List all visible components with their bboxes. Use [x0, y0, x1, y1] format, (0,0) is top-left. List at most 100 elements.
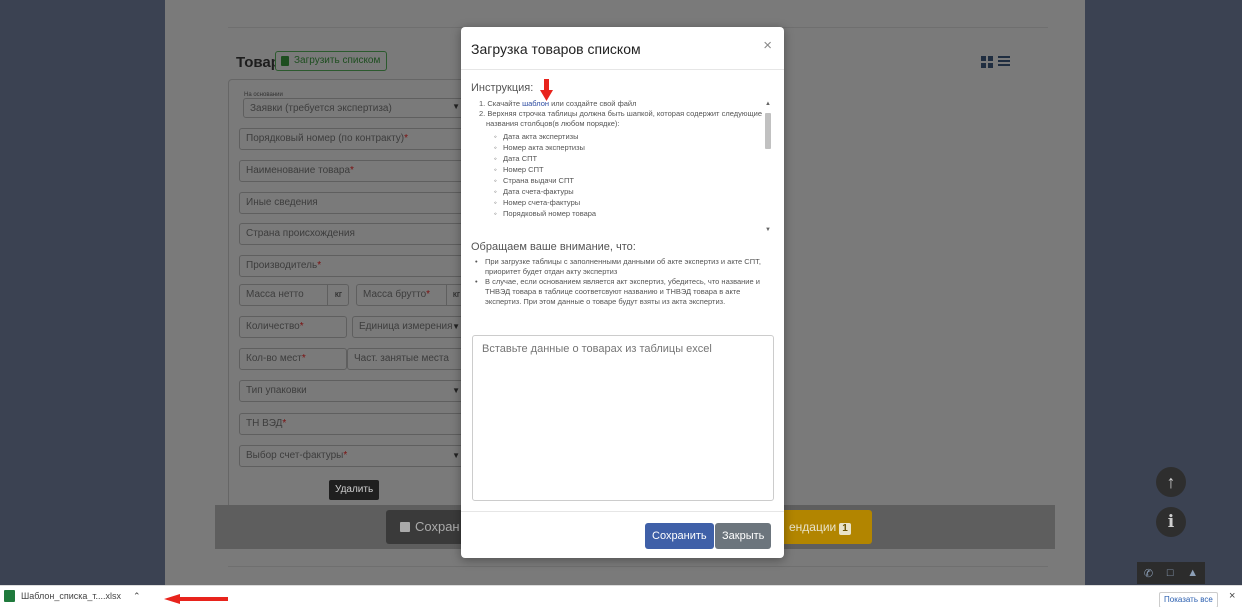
field-label: Количество — [246, 321, 300, 332]
load-list-button[interactable]: Загрузить списком — [275, 51, 388, 71]
field-label: Производитель — [246, 260, 318, 271]
required-mark: * — [301, 353, 306, 364]
attention-heading: Обращаем ваше внимание, что: — [471, 241, 636, 253]
places-count-input[interactable]: Кол-во мест* — [239, 348, 347, 370]
required-mark: * — [404, 133, 408, 144]
phone-icon[interactable]: ✆ — [1144, 567, 1153, 580]
list-item: В случае, если основанием является акт э… — [475, 277, 775, 307]
download-item[interactable]: Шаблон_списка_т....xlsx ⌃ — [4, 590, 141, 602]
package-type-select[interactable]: Тип упаковки ▼ — [239, 380, 465, 402]
delete-button[interactable]: Удалить — [329, 480, 380, 500]
basis-select[interactable]: Заявки (требуется экспертиза) ▼ — [243, 98, 465, 118]
instruction-heading: Инструкция: — [471, 82, 534, 94]
list-item: Дата акта экспертизы — [494, 131, 774, 142]
list-item: Порядковый номер товара — [494, 208, 774, 219]
modal-header: Загрузка товаров списком × — [461, 27, 784, 70]
annotation-arrow-down — [540, 79, 553, 101]
unit-of-measure-select[interactable]: Единица измерения ▼ — [352, 316, 465, 338]
excel-data-textarea[interactable] — [472, 335, 774, 501]
required-mark: * — [350, 165, 354, 176]
column-list: Дата акта экспертизы Номер акта эксперти… — [471, 131, 774, 219]
chevron-down-icon: ▼ — [452, 386, 460, 395]
download-file-name: Шаблон_списка_т....xlsx — [21, 591, 122, 601]
modal-save-button[interactable]: Сохранить — [645, 523, 714, 549]
info-icon[interactable]: i — [1156, 507, 1186, 537]
field-label: Страна происхождения — [246, 228, 355, 239]
hs-code-input[interactable]: ТН ВЭД* — [239, 413, 465, 435]
list-view-icon[interactable] — [998, 56, 1010, 68]
right-dark-panel — [1085, 0, 1242, 585]
field-label: Масса брутто — [363, 289, 427, 300]
field-label: Част. занятые места — [354, 353, 449, 364]
field-label: Кол-во мест — [246, 353, 302, 364]
list-item: Страна выдачи СПТ — [494, 175, 774, 186]
template-link[interactable]: шаблон — [522, 99, 549, 108]
list-item: При загрузке таблицы с заполненными данн… — [475, 257, 775, 277]
instruction-step-1: 1. Скачайте шаблон или создайте свой фай… — [479, 99, 774, 109]
left-dark-panel — [0, 0, 165, 585]
list-item: Дата СПТ — [494, 153, 774, 164]
bell-icon[interactable]: ▲ — [1187, 567, 1198, 579]
upload-list-modal: Загрузка товаров списком × Инструкция: 1… — [461, 27, 784, 558]
excel-file-icon — [281, 56, 289, 66]
list-item: Дата счета-фактуры — [494, 186, 774, 197]
field-label: Тип упаковки — [246, 385, 307, 396]
step1-suffix: или создайте свой файл — [549, 99, 637, 108]
field-label: Единица измерения — [359, 321, 453, 332]
basis-select-value: Заявки (требуется экспертиза) — [250, 103, 392, 114]
required-mark: * — [282, 418, 287, 429]
card-bottom-divider — [228, 566, 1048, 567]
close-icon[interactable]: × — [763, 37, 772, 54]
chevron-up-icon[interactable]: ⌃ — [133, 591, 141, 602]
annotation-arrow-left — [164, 594, 228, 604]
required-mark: * — [317, 260, 322, 271]
chat-icon[interactable]: □ — [1167, 567, 1174, 579]
instruction-steps: 1. Скачайте шаблон или создайте свой фай… — [471, 99, 774, 129]
required-mark: * — [426, 289, 431, 300]
unit-kg-net: кг — [327, 284, 349, 306]
step1-prefix: 1. Скачайте — [479, 99, 523, 108]
list-item: Номер акта экспертизы — [494, 142, 774, 153]
floppy-disk-icon — [400, 522, 410, 532]
field-product-name[interactable]: Наименование товара* — [239, 160, 465, 182]
load-list-label: Загрузить списком — [294, 55, 381, 66]
step2-text: 2. Верхняя строчка таблицы должна быть ш… — [479, 109, 762, 128]
field-label: Масса нетто — [246, 289, 304, 300]
excel-file-icon — [4, 590, 15, 602]
close-icon[interactable]: × — [1229, 590, 1235, 602]
field-other-info[interactable]: Иные сведения — [239, 192, 465, 214]
attention-list: При загрузке таблицы с заполненными данн… — [475, 257, 775, 307]
recommendations-button[interactable]: ендации 1 — [783, 510, 872, 544]
chevron-down-icon: ▼ — [452, 102, 460, 111]
recommendations-badge: 1 — [839, 523, 851, 535]
scroll-up-arrow-icon[interactable]: ▲ — [765, 101, 771, 107]
required-mark: * — [343, 450, 348, 461]
field-label: Наименование товара — [246, 165, 351, 176]
field-manufacturer[interactable]: Производитель* — [239, 255, 465, 277]
view-toggle — [981, 56, 1010, 68]
arrow-up-icon[interactable]: ↑ — [1156, 467, 1186, 497]
contact-widget: ✆ □ ▲ — [1137, 562, 1205, 584]
field-label: Выбор счет-фактуры — [246, 450, 344, 461]
modal-close-button[interactable]: Закрыть — [715, 523, 772, 549]
quantity-input[interactable]: Количество* — [239, 316, 347, 338]
instruction-scrollbar[interactable]: ▲ ▼ — [762, 101, 774, 233]
field-label: ТН ВЭД — [246, 418, 283, 429]
field-label: Иные сведения — [246, 197, 318, 208]
field-origin-country[interactable]: Страна происхождения — [239, 223, 465, 245]
page-save-label: Сохран — [415, 519, 460, 534]
invoice-select[interactable]: Выбор счет-фактуры* ▼ — [239, 445, 465, 467]
modal-title: Загрузка товаров списком — [471, 41, 641, 57]
page-save-button[interactable]: Сохран — [386, 510, 466, 544]
section-title: Товар — [236, 54, 280, 71]
grid-view-icon[interactable] — [981, 56, 993, 68]
scroll-down-arrow-icon[interactable]: ▼ — [765, 227, 771, 233]
required-mark: * — [299, 321, 304, 332]
partial-places-input[interactable]: Част. занятые места — [347, 348, 465, 370]
list-item: Номер СПТ — [494, 164, 774, 175]
show-all-button[interactable]: Показать все — [1159, 592, 1218, 607]
recommendations-label: ендации — [789, 520, 837, 534]
field-label: Порядковый номер (по контракту) — [246, 133, 405, 144]
field-serial-number[interactable]: Порядковый номер (по контракту)* — [239, 128, 465, 150]
scroll-thumb[interactable] — [765, 113, 771, 149]
